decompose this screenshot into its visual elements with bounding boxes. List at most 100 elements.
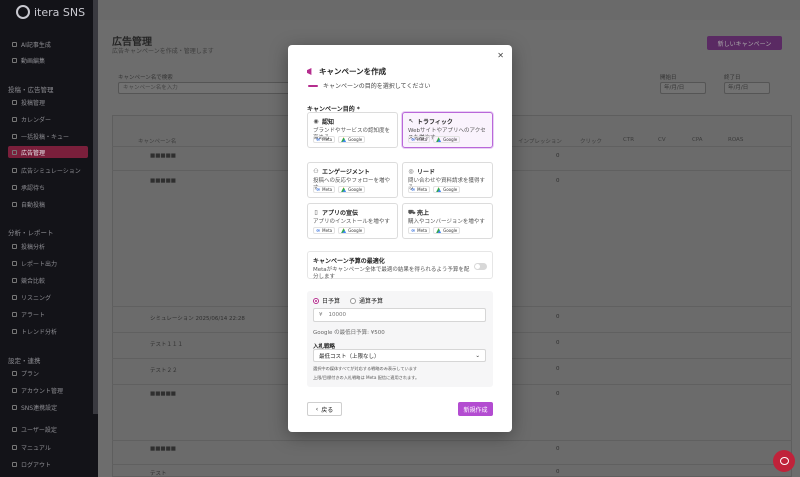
- tag-label: Google: [348, 187, 363, 192]
- budget-panel: 日予算 通算予算 ¥ 10000 Google の最低日予算: ¥500 入札戦…: [307, 291, 493, 387]
- objective-title: ↖ トラフィック: [408, 117, 487, 126]
- radio-daily-budget[interactable]: 日予算: [313, 296, 340, 305]
- modal-title-text: キャンペーンを作成: [319, 67, 387, 76]
- google-ads-icon: [341, 137, 347, 142]
- tag-label: Meta: [322, 228, 333, 233]
- objective-app-promotion[interactable]: ▯ アプリの宣伝 アプリのインストールを増やす ∞ Meta Google: [307, 203, 398, 239]
- google-ads-icon: [436, 187, 442, 192]
- create-campaign-modal: ✕ キャンペーンを作成 キャンペーンの目的を選択してください キャンペーン目的 …: [288, 45, 512, 432]
- target-icon: ◎: [408, 168, 414, 175]
- radio-total-budget[interactable]: 通算予算: [350, 296, 383, 305]
- modal-title: キャンペーンを作成: [307, 66, 386, 77]
- tag-label: Meta: [417, 187, 428, 192]
- meta-icon: ∞: [316, 227, 321, 234]
- meta-tag: ∞ Meta: [408, 136, 431, 143]
- eye-icon: ◉: [313, 118, 319, 125]
- meta-tag: ∞ Meta: [408, 227, 431, 234]
- tag-label: Meta: [322, 137, 333, 142]
- bid-strategy-note: 選択中の媒体すべてが対応する戦略のみ表示しています: [313, 366, 418, 371]
- step-text: キャンペーンの目的を選択してください: [323, 83, 431, 90]
- google-tag: Google: [338, 227, 366, 234]
- create-button[interactable]: 新規作成: [458, 402, 493, 416]
- budget-type-radio-group: 日予算 通算予算: [313, 296, 383, 305]
- objective-leads[interactable]: ◎ リード 問い合わせや資料請求を獲得する ∞ Meta Google: [402, 162, 493, 198]
- radio-dot-selected: [313, 297, 319, 304]
- min-budget-note: Google の最低日予算: ¥500: [313, 330, 385, 336]
- budget-optimization-toggle[interactable]: [474, 263, 487, 270]
- megaphone-icon: [307, 68, 312, 75]
- budget-optimization-desc: Metaがキャンペーン全体で最適の結果を得られるよう予算を配分します: [313, 267, 470, 280]
- budget-optimization-title: キャンペーン予算の最適化: [313, 258, 385, 265]
- meta-tag: ∞ Meta: [313, 186, 336, 193]
- tag-label: Meta: [417, 137, 428, 142]
- google-ads-icon: [436, 137, 442, 142]
- google-ads-icon: [341, 187, 347, 192]
- meta-icon: ∞: [411, 227, 416, 234]
- meta-icon: ∞: [411, 136, 416, 143]
- tag-label: Meta: [417, 228, 428, 233]
- objective-title-text: トラフィック: [417, 119, 453, 126]
- objective-awareness[interactable]: ◉ 認知 ブランドやサービスの認知度を高める ∞ Meta Google: [307, 112, 398, 148]
- chevron-down-icon: ⌄: [475, 352, 480, 359]
- budget-amount-value: 10000: [328, 312, 347, 318]
- meta-tag: ∞ Meta: [313, 227, 336, 234]
- platform-tags: ∞ Meta Google: [408, 227, 461, 234]
- objective-title: ⛟ 売上: [408, 208, 487, 218]
- objective-title-text: リード: [417, 169, 436, 176]
- radio-label: 通算予算: [359, 298, 384, 305]
- objective-title-text: エンゲージメント: [322, 169, 370, 176]
- bid-strategy-value: 最低コスト（上限なし）: [319, 353, 380, 360]
- objective-title: ⚇ エンゲージメント: [313, 167, 392, 176]
- step-bar: [308, 84, 318, 87]
- tag-label: Google: [348, 137, 363, 142]
- platform-tags: ∞ Meta Google: [408, 136, 461, 143]
- objective-engagement[interactable]: ⚇ エンゲージメント 投稿への反応やフォローを増やす ∞ Meta Google: [307, 162, 398, 198]
- platform-tags: ∞ Meta Google: [313, 136, 366, 143]
- phone-icon: ▯: [314, 209, 318, 216]
- chevron-left-icon: ‹: [315, 405, 319, 413]
- objective-sales[interactable]: ⛟ 売上 購入やコンバージョンを増やす ∞ Meta Google: [402, 203, 493, 239]
- meta-icon: ∞: [316, 136, 321, 143]
- objective-title-text: 認知: [322, 119, 335, 126]
- tag-label: Google: [348, 228, 363, 233]
- google-tag: Google: [433, 227, 461, 234]
- google-tag: Google: [433, 186, 461, 193]
- users-icon: ⚇: [313, 168, 319, 175]
- bid-strategy-select[interactable]: 最低コスト（上限なし） ⌄: [313, 349, 486, 362]
- tag-label: Google: [443, 228, 458, 233]
- cursor-icon: ↖: [408, 118, 414, 125]
- platform-tags: ∞ Meta Google: [313, 227, 366, 234]
- platform-tags: ∞ Meta Google: [313, 186, 366, 193]
- meta-icon: ∞: [316, 186, 321, 193]
- bid-strategy-note: 上限/目標付きの入札戦略は Meta 配信に適用されます。: [313, 375, 420, 380]
- objective-title: ▯ アプリの宣伝: [313, 208, 392, 217]
- currency-symbol: ¥: [319, 312, 323, 318]
- tag-label: Google: [443, 187, 458, 192]
- tag-label: Google: [443, 137, 458, 142]
- budget-amount-input[interactable]: ¥ 10000: [313, 308, 486, 322]
- objective-title: ◉ 認知: [313, 117, 392, 126]
- back-button[interactable]: ‹ 戻る: [307, 402, 342, 416]
- google-tag: Google: [338, 186, 366, 193]
- cart-icon: ⛟: [408, 208, 416, 216]
- platform-tags: ∞ Meta Google: [408, 186, 461, 193]
- meta-tag: ∞ Meta: [408, 186, 431, 193]
- radio-dot: [350, 297, 357, 304]
- objective-desc: アプリのインストールを増やす: [313, 219, 390, 225]
- radio-label: 日予算: [322, 298, 341, 305]
- objective-title-text: アプリの宣伝: [322, 210, 359, 217]
- step-indicator: キャンペーンの目的を選択してください: [308, 81, 430, 90]
- meta-tag: ∞ Meta: [313, 136, 336, 143]
- objective-desc: 購入やコンバージョンを増やす: [408, 219, 485, 225]
- back-button-label: 戻る: [321, 406, 334, 414]
- objective-title-text: 売上: [417, 210, 430, 217]
- objective-title: ◎ リード: [408, 167, 487, 176]
- budget-optimization-box: キャンペーン予算の最適化 Metaがキャンペーン全体で最適の結果を得られるよう予…: [307, 251, 493, 280]
- google-tag: Google: [338, 136, 366, 143]
- tag-label: Meta: [322, 187, 333, 192]
- objective-traffic[interactable]: ↖ トラフィック Webサイトやアプリへのアクセスを増やす ∞ Meta Googl…: [402, 112, 493, 148]
- google-ads-icon: [341, 228, 347, 233]
- close-icon[interactable]: ✕: [497, 51, 504, 60]
- google-tag: Google: [433, 136, 461, 143]
- meta-icon: ∞: [411, 186, 416, 193]
